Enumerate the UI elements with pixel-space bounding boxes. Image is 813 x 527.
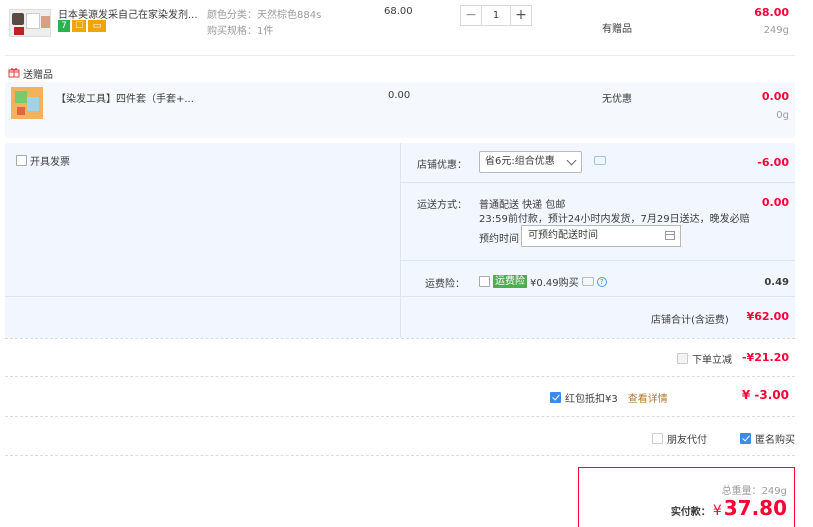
chevron-down-icon (566, 155, 577, 166)
instant-discount-option: 下单立减 (677, 351, 732, 366)
item-total: 68.00 (754, 6, 789, 19)
red-packet-details-link[interactable]: 查看详情 (628, 390, 668, 405)
gift-section-label: 送赠品 (23, 70, 53, 81)
color-spec: 颜色分类：天然棕色884s (207, 10, 322, 21)
divider (5, 455, 795, 456)
instant-discount-amount: -¥21.20 (741, 351, 789, 364)
card-icon: ▭ (88, 20, 106, 32)
shop-total-label: 店铺合计(含运费) (651, 315, 729, 326)
anonymous-option[interactable]: 匿名购买 (740, 431, 795, 446)
item-weight: 249g (763, 25, 789, 36)
shop-total-amount: ¥62.00 (746, 310, 789, 323)
decrease-quantity-button[interactable]: − (460, 5, 482, 26)
pay-label: 实付款： (670, 507, 711, 518)
friend-pay-label: 朋友代付 (667, 435, 707, 446)
guarantee-icon: ☐ (72, 20, 86, 32)
insurance-tag: 运费险 (493, 275, 527, 288)
invoice-panel (5, 143, 400, 338)
gift-promo: 无优惠 (602, 94, 632, 105)
increase-quantity-button[interactable]: + (510, 5, 532, 26)
divider (400, 260, 795, 261)
product-title[interactable]: 日本美源发采自己在家染发剂... (58, 6, 204, 21)
insurance-price: ¥0.49购买 (530, 278, 579, 289)
anonymous-checkbox[interactable] (740, 433, 751, 444)
insurance-label: 运费险： (425, 279, 465, 290)
pay-amount: 37.80 (723, 496, 787, 520)
shop-discount-select[interactable]: 省6元:组合优惠 (479, 151, 582, 173)
quantity-input[interactable]: 1 (482, 5, 510, 26)
quantity-stepper: − 1 + (460, 5, 532, 26)
gift-thumbnail[interactable] (11, 87, 43, 119)
shipping-note: 23:59前付款，预计24小时内发货，7月29日送达，晚发必赔 (479, 214, 750, 225)
friend-pay-checkbox[interactable] (652, 433, 663, 444)
total-weight: 总重量：249g (721, 486, 787, 497)
insurance-amount: 0.49 (764, 277, 789, 288)
product-thumbnail[interactable] (9, 9, 51, 37)
shop-discount-amount: -6.00 (757, 156, 789, 169)
chat-icon[interactable] (581, 277, 594, 286)
seven-day-return-icon: 7 (58, 20, 70, 32)
gift-title[interactable]: 【染发工具】四件套（手套+... (56, 90, 194, 105)
invoice-option[interactable]: 开具发票 (16, 153, 70, 168)
invoice-label: 开具发票 (30, 157, 70, 168)
gift-section-header: 送赠品 (8, 66, 53, 81)
calendar-icon (665, 231, 675, 240)
gift-unit-price: 0.00 (388, 90, 411, 101)
shipping-method: 普通配送 快递 包邮 (479, 200, 566, 211)
gift-icon (8, 66, 20, 81)
divider (400, 182, 795, 183)
reserve-time-input[interactable]: 可预约配送时间 (521, 225, 681, 247)
gift-total: 0.00 (761, 90, 789, 103)
instant-discount-label: 下单立减 (692, 355, 732, 366)
shipping-amount: 0.00 (761, 196, 789, 209)
red-packet-amount: ¥ -3.00 (741, 388, 789, 402)
product-badges: 7 ☐ ▭ (58, 20, 108, 32)
shop-discount-label: 店铺优惠： (417, 160, 467, 171)
divider (5, 338, 795, 339)
red-packet-option[interactable]: 红包抵扣¥3 查看详情 (550, 390, 668, 405)
divider (5, 296, 795, 297)
anonymous-label: 匿名购买 (755, 435, 795, 446)
gift-status: 有赠品 (602, 24, 632, 35)
unit-price: 68.00 (384, 6, 413, 17)
total-payment: 实付款： ¥ 37.80 (671, 496, 787, 520)
insurance-checkbox[interactable] (479, 276, 490, 287)
chat-icon[interactable] (594, 156, 606, 168)
purchase-spec: 购买规格：1件 (207, 26, 274, 37)
reserve-time-label: 预约时间 (479, 234, 519, 245)
divider (5, 416, 795, 417)
divider (5, 376, 795, 377)
red-packet-checkbox[interactable] (550, 392, 561, 403)
invoice-checkbox[interactable] (16, 155, 27, 166)
insurance-option[interactable]: 运费险 ¥0.49购买 ? (479, 274, 607, 289)
gift-weight: 0g (776, 110, 789, 121)
help-icon[interactable]: ? (596, 276, 607, 287)
red-packet-label: 红包抵扣¥3 (565, 394, 618, 405)
friend-pay-option[interactable]: 朋友代付 (652, 431, 707, 446)
instant-discount-checkbox (677, 353, 688, 364)
shipping-label: 运送方式： (417, 200, 467, 211)
currency-symbol: ¥ (712, 503, 722, 519)
